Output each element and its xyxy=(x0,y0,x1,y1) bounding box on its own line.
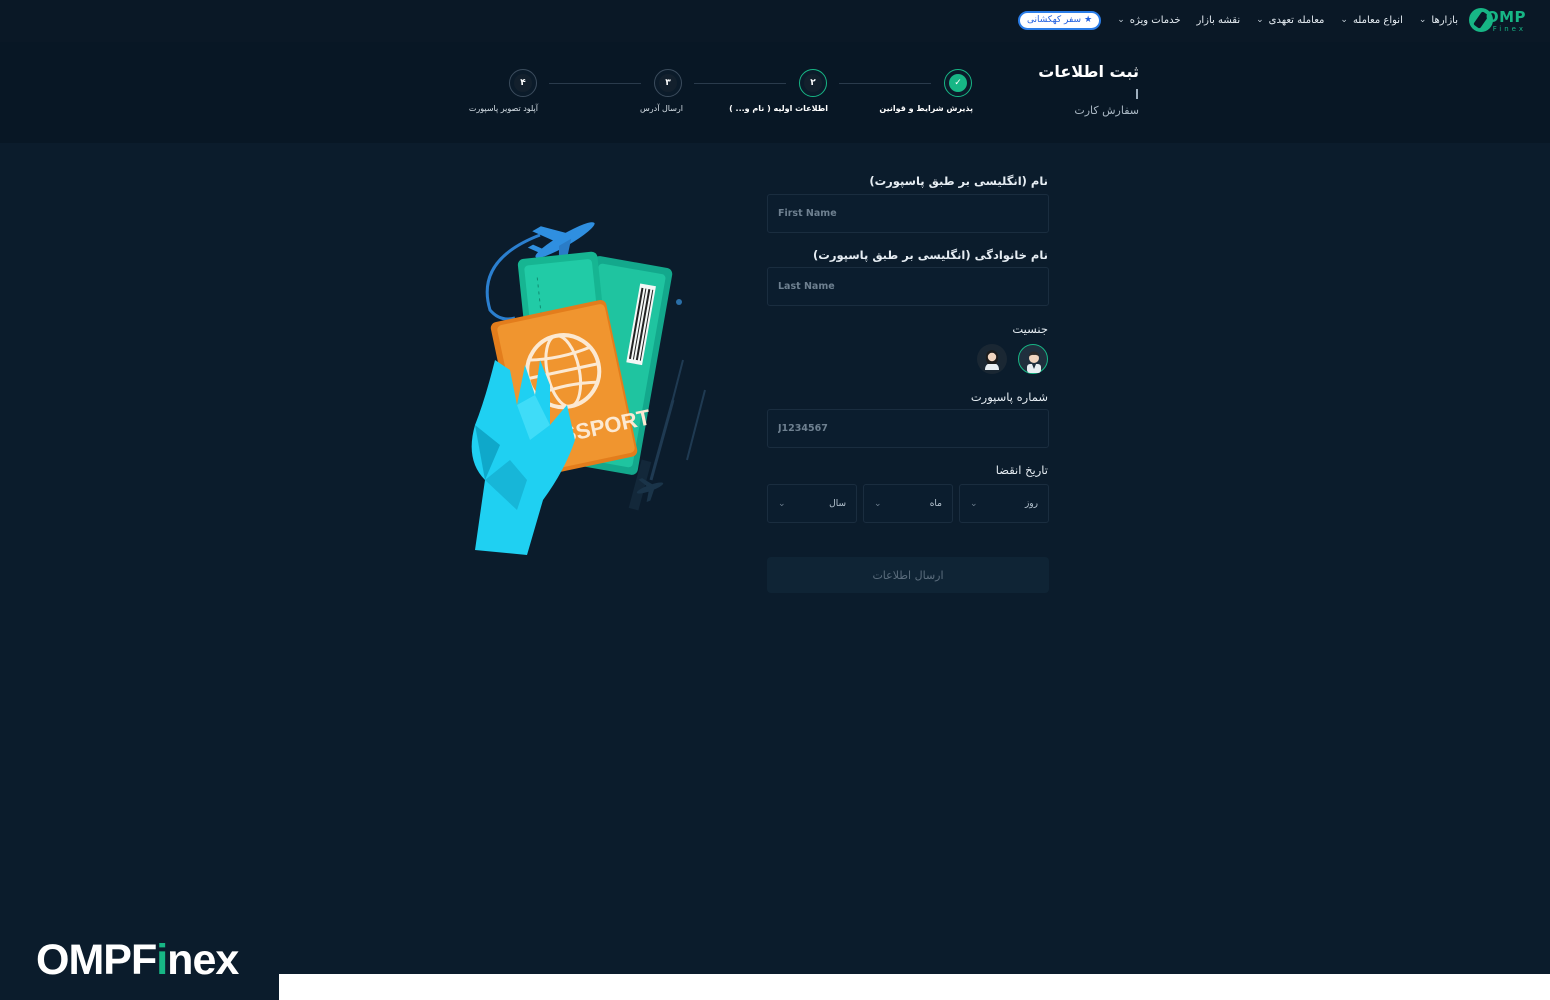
watermark-text: nex xyxy=(167,936,239,984)
page-title: ثبت اطلاعات xyxy=(1038,62,1139,81)
nav-item-markets[interactable]: بازارها ⌄ xyxy=(1419,15,1458,26)
submit-info-button[interactable]: ارسال اطلاعات xyxy=(767,557,1049,593)
step-3-indicator: ۳ xyxy=(654,69,682,97)
step-2-label: اطلاعات اولیه ( نام و... ) xyxy=(729,104,828,113)
footer-bar xyxy=(279,974,1550,1000)
step-connector xyxy=(694,83,786,84)
passport-number-label: شماره پاسپورت xyxy=(970,390,1048,404)
nav-item-label: انواع معامله xyxy=(1352,14,1403,26)
step-2-indicator: ۲ xyxy=(799,69,827,97)
step-3-label: ارسال آدرس xyxy=(640,104,683,113)
watermark-text: OMPF xyxy=(36,936,157,984)
title-divider xyxy=(1136,89,1138,99)
galaxy-trip-label: سفر کهکشانی xyxy=(1027,15,1082,25)
chevron-down-icon: ⌄ xyxy=(874,498,882,509)
checkmark-icon: ✓ xyxy=(949,74,967,92)
passport-number-input[interactable] xyxy=(767,409,1049,448)
female-avatar-icon[interactable] xyxy=(977,344,1007,374)
passport-illustration: SSPORT xyxy=(455,210,725,565)
step-number: ۴ xyxy=(514,74,532,92)
first-name-label: نام (انگلیسی بر طبق پاسپورت) xyxy=(869,174,1048,188)
galaxy-trip-button[interactable]: ★ سفر کهکشانی xyxy=(1018,10,1102,30)
omp-finex-watermark: OMPFinex xyxy=(36,936,239,984)
expiry-date-label: تاریخ انقضا xyxy=(995,463,1048,477)
step-number: ۲ xyxy=(804,74,822,92)
expiry-day-select[interactable]: ⌄ روز xyxy=(959,484,1049,523)
step-connector xyxy=(549,83,641,84)
gender-label: جنسیت xyxy=(1012,322,1048,336)
step-1-indicator: ✓ xyxy=(944,69,972,97)
nav-item-special-services[interactable]: خدمات ویژه ⌄ xyxy=(1117,15,1180,26)
last-name-input[interactable] xyxy=(767,267,1049,306)
chevron-down-icon: ⌄ xyxy=(1418,15,1427,25)
nav-item-margin-trade[interactable]: معامله تعهدی ⌄ xyxy=(1256,15,1324,26)
chevron-down-icon: ⌄ xyxy=(778,498,786,509)
expiry-month-select[interactable]: ⌄ ماه xyxy=(863,484,953,523)
chevron-down-icon: ⌄ xyxy=(1256,15,1264,25)
nav-item-label: معامله تعهدی xyxy=(1268,14,1325,26)
last-name-label: نام خانوادگی (انگلیسی بر طبق پاسپورت) xyxy=(813,248,1048,262)
chevron-down-icon: ⌄ xyxy=(970,498,978,509)
brand-sub: Finex xyxy=(1492,25,1526,33)
watermark-highlight: i xyxy=(156,936,168,984)
step-1-label: پذیرش شرایط و قوانین xyxy=(879,104,973,113)
star-icon: ★ xyxy=(1084,15,1093,25)
top-navigation: OMP Finex بازارها ⌄ انواع معامله ⌄ معامل… xyxy=(0,0,1550,42)
chevron-down-icon: ⌄ xyxy=(1117,15,1125,25)
nav-item-trade-types[interactable]: انواع معامله ⌄ xyxy=(1340,15,1402,26)
step-4-indicator: ۴ xyxy=(509,69,537,97)
nav-item-label: نقشه بازار xyxy=(1196,14,1241,26)
brand-logo[interactable]: OMP Finex xyxy=(1468,6,1538,36)
step-connector xyxy=(839,83,931,84)
step-4-label: آپلود تصویر پاسپورت xyxy=(468,104,538,113)
expiry-month-value: ماه xyxy=(929,498,942,509)
nav-item-label: خدمات ویژه xyxy=(1129,14,1181,26)
chevron-down-icon: ⌄ xyxy=(1340,15,1348,25)
stepper-header: ثبت اطلاعات سفارش کارت ✓ ۲ ۳ ۴ پذیرش شرا… xyxy=(0,42,1550,143)
nav-item-label: بازارها xyxy=(1431,14,1458,26)
expiry-year-select[interactable]: ⌄ سال xyxy=(767,484,857,523)
nav-item-market-map[interactable]: نقشه بازار xyxy=(1197,15,1241,26)
first-name-input[interactable] xyxy=(767,194,1049,233)
step-number: ۳ xyxy=(659,74,677,92)
page-subtitle: سفارش کارت xyxy=(1074,104,1139,117)
male-avatar-icon[interactable] xyxy=(1018,344,1048,374)
expiry-year-value: سال xyxy=(829,498,846,509)
brand-name: OMP xyxy=(1485,8,1526,26)
nav-menu: بازارها ⌄ انواع معامله ⌄ معامله تعهدی ⌄ … xyxy=(1018,10,1458,30)
expiry-day-value: روز xyxy=(1024,498,1038,509)
